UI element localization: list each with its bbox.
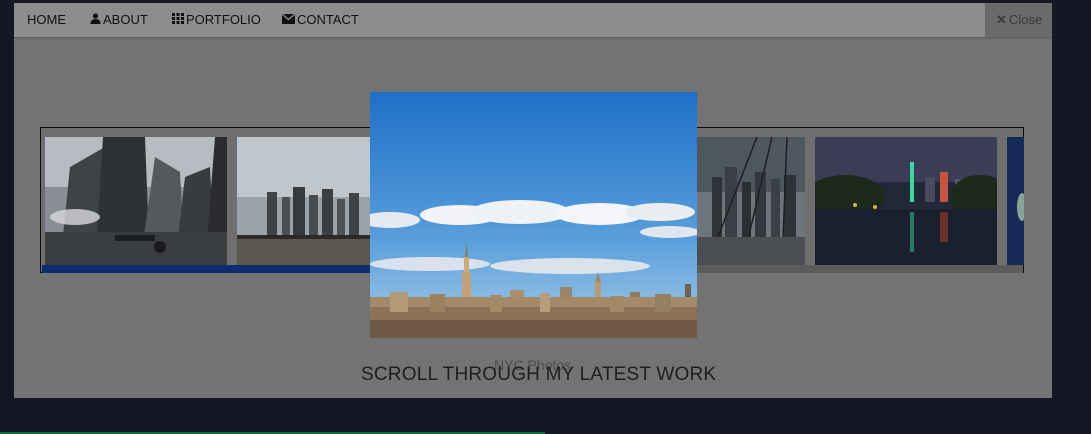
- scroll-indicator[interactable]: [42, 265, 370, 273]
- thumbnail-2[interactable]: [237, 137, 370, 265]
- nav-home[interactable]: HOME: [27, 3, 66, 37]
- thumbnail-1[interactable]: [45, 137, 227, 265]
- grid-icon: [172, 3, 184, 36]
- close-icon: ✕: [996, 12, 1007, 27]
- nav-about-label: ABOUT: [103, 12, 148, 27]
- thumbnail-4[interactable]: [815, 137, 997, 265]
- envelope-icon: [281, 3, 296, 36]
- thumbnail-5[interactable]: [1007, 137, 1024, 265]
- nav-about[interactable]: ABOUT: [90, 3, 148, 37]
- section-heading: SCROLL THROUGH MY LATEST WORK: [361, 364, 717, 385]
- nav-portfolio-label: PORTFOLIO: [186, 12, 261, 27]
- close-button[interactable]: ✕ Close: [985, 3, 1052, 37]
- nav-contact-label: CONTACT: [297, 12, 359, 27]
- close-label: Close: [1008, 12, 1043, 27]
- nav-home-label: HOME: [27, 12, 66, 27]
- nav-contact[interactable]: CONTACT: [281, 3, 359, 37]
- featured-photo[interactable]: [370, 92, 697, 338]
- thumbnail-3[interactable]: [697, 137, 805, 265]
- navbar: HOME ABOUT PORTFOLIO CONTACT ✕ Close: [14, 3, 1052, 37]
- nav-portfolio[interactable]: PORTFOLIO: [172, 3, 261, 37]
- user-icon: [90, 3, 101, 36]
